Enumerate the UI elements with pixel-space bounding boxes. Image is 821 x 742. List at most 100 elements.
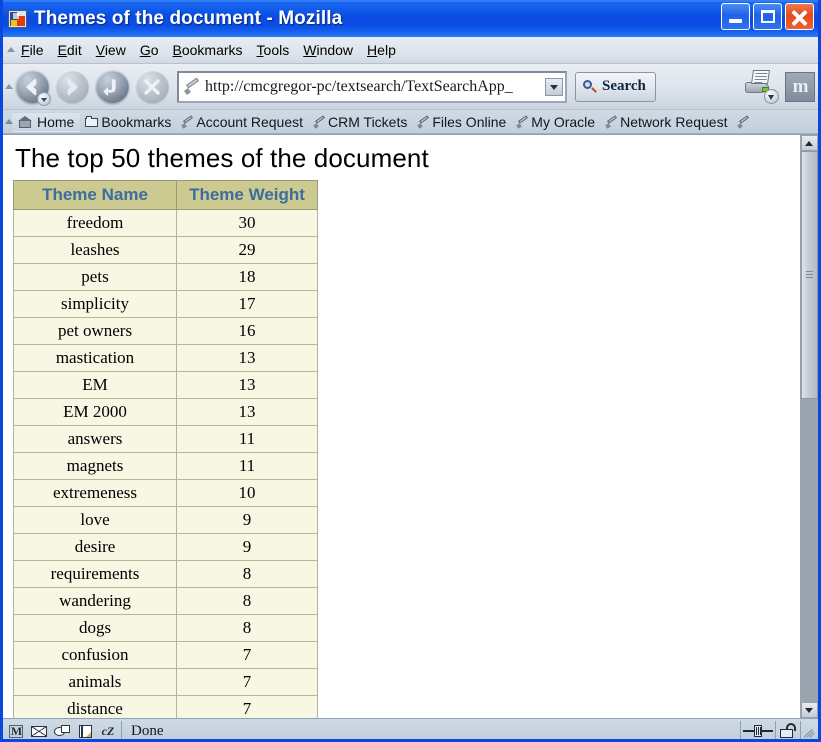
url-bar[interactable]: http://cmcgregor-pc/textsearch/TextSearc… <box>177 71 567 103</box>
menu-file[interactable]: File <box>14 40 51 60</box>
menu-tools[interactable]: Tools <box>250 40 297 60</box>
cell-theme-weight: 17 <box>177 291 318 318</box>
bookmark-files-online[interactable]: Files Online <box>412 113 511 131</box>
cell-theme-name: answers <box>14 426 177 453</box>
menu-bar: File Edit View Go Bookmarks Tools Window… <box>3 37 818 64</box>
table-row: dogs8 <box>14 615 318 642</box>
bookmark-pencil-icon <box>183 77 203 97</box>
addressbook-icon[interactable] <box>76 723 94 739</box>
column-header-theme-weight: Theme Weight <box>177 181 318 210</box>
cell-theme-weight: 7 <box>177 642 318 669</box>
bookmark-home[interactable]: Home <box>12 112 80 132</box>
menu-help[interactable]: Help <box>360 40 403 60</box>
cell-theme-weight: 30 <box>177 210 318 237</box>
bookmark-crm-tickets[interactable]: CRM Tickets <box>308 113 412 131</box>
table-row: answers11 <box>14 426 318 453</box>
menubar-grip[interactable] <box>5 37 14 63</box>
bookmark-icon <box>313 115 326 128</box>
table-row: extremeness10 <box>14 480 318 507</box>
unlocked-padlock-icon[interactable] <box>776 722 800 740</box>
table-row: pets18 <box>14 264 318 291</box>
chatzilla-icon[interactable]: cZ <box>99 723 117 739</box>
forward-button[interactable] <box>52 67 92 107</box>
mozilla-icon[interactable]: M <box>7 723 25 739</box>
menu-view[interactable]: View <box>89 40 133 60</box>
minimize-button[interactable] <box>721 3 750 30</box>
menu-bookmarks[interactable]: Bookmarks <box>166 40 250 60</box>
cell-theme-weight: 13 <box>177 345 318 372</box>
cell-theme-name: simplicity <box>14 291 177 318</box>
cell-theme-name: animals <box>14 669 177 696</box>
url-history-dropdown[interactable] <box>545 78 563 96</box>
table-row: mastication13 <box>14 345 318 372</box>
bookmark-home-label: Home <box>37 114 74 130</box>
bookmark-overflow[interactable] <box>732 114 757 129</box>
scrollbar-track[interactable] <box>801 151 818 702</box>
cell-theme-name: requirements <box>14 561 177 588</box>
cell-theme-weight: 8 <box>177 561 318 588</box>
menu-window[interactable]: Window <box>296 40 360 60</box>
mail-icon[interactable] <box>30 723 48 739</box>
reload-button[interactable] <box>92 67 132 107</box>
table-row: animals7 <box>14 669 318 696</box>
search-button[interactable]: Search <box>575 72 656 102</box>
scroll-down-arrow[interactable] <box>801 702 818 718</box>
print-button[interactable] <box>740 68 782 106</box>
bookmark-icon <box>417 115 430 128</box>
table-row: EM 200013 <box>14 399 318 426</box>
title-bar: Themes of the document - Mozilla <box>3 0 818 37</box>
bookmark-network-request[interactable]: Network Request <box>600 113 732 131</box>
content-area: The top 50 themes of the document Theme … <box>3 134 818 718</box>
table-row: simplicity17 <box>14 291 318 318</box>
scrollbar-lower-track[interactable] <box>801 399 818 702</box>
window-controls <box>721 3 814 30</box>
navtoolbar-grip[interactable] <box>3 64 12 109</box>
themes-table: Theme Name Theme Weight freedom30leashes… <box>13 180 318 718</box>
scroll-up-arrow[interactable] <box>801 135 818 151</box>
mozilla-m-icon: m <box>793 77 808 96</box>
newsgroup-icon[interactable] <box>53 723 71 739</box>
table-row: magnets11 <box>14 453 318 480</box>
bookmark-bookmarks[interactable]: Bookmarks <box>80 113 176 131</box>
maximize-button[interactable] <box>753 3 782 30</box>
bookmarkbar-grip[interactable] <box>3 110 12 133</box>
navigation-toolbar: http://cmcgregor-pc/textsearch/TextSearc… <box>3 64 818 110</box>
cell-theme-weight: 29 <box>177 237 318 264</box>
mozilla-logo-button[interactable]: m <box>785 72 815 102</box>
back-button[interactable] <box>12 67 52 107</box>
bookmark-account-request[interactable]: Account Request <box>176 113 308 131</box>
cell-theme-name: magnets <box>14 453 177 480</box>
menu-go[interactable]: Go <box>133 40 166 60</box>
status-bar: M cZ Done <box>3 718 818 742</box>
back-dropdown-icon[interactable] <box>37 92 51 106</box>
table-row: EM13 <box>14 372 318 399</box>
cell-theme-name: freedom <box>14 210 177 237</box>
table-row: distance7 <box>14 696 318 719</box>
cell-theme-name: love <box>14 507 177 534</box>
url-input[interactable]: http://cmcgregor-pc/textsearch/TextSearc… <box>205 78 545 96</box>
page-vertical-scrollbar[interactable] <box>800 135 818 718</box>
resize-grip[interactable] <box>801 721 818 741</box>
cell-theme-name: extremeness <box>14 480 177 507</box>
bookmark-crm-tickets-label: CRM Tickets <box>328 114 407 130</box>
table-row: requirements8 <box>14 561 318 588</box>
bookmark-my-oracle[interactable]: My Oracle <box>511 113 600 131</box>
table-row: confusion7 <box>14 642 318 669</box>
bookmark-icon <box>181 115 194 128</box>
search-button-label: Search <box>602 78 646 95</box>
scrollbar-thumb[interactable] <box>801 151 818 399</box>
bookmark-icon <box>737 115 750 128</box>
menu-edit[interactable]: Edit <box>51 40 89 60</box>
search-icon <box>582 79 598 95</box>
bookmark-bookmarks-label: Bookmarks <box>101 114 171 130</box>
stop-button[interactable] <box>132 67 172 107</box>
page-title: The top 50 themes of the document <box>15 143 800 174</box>
print-dropdown-icon[interactable] <box>764 89 779 104</box>
close-button[interactable] <box>785 3 814 30</box>
cell-theme-name: pets <box>14 264 177 291</box>
browser-window: Themes of the document - Mozilla File Ed… <box>0 0 821 742</box>
cell-theme-weight: 10 <box>177 480 318 507</box>
bookmark-account-request-label: Account Request <box>196 114 303 130</box>
connection-icon[interactable] <box>741 722 775 740</box>
cell-theme-name: distance <box>14 696 177 719</box>
